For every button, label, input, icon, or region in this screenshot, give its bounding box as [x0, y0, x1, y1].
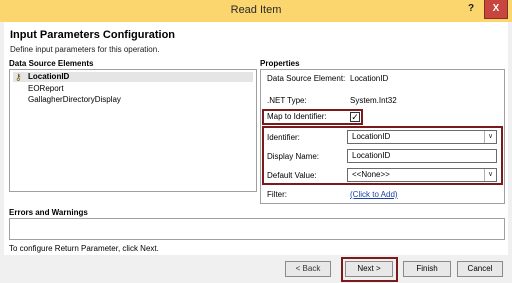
display-name-input[interactable]: LocationID: [347, 149, 497, 163]
data-source-element-value: LocationID: [350, 74, 389, 83]
identifier-label: Identifier:: [267, 133, 300, 142]
default-value-label: Default Value:: [267, 171, 317, 180]
net-type-value: System.Int32: [350, 96, 397, 105]
net-type-label: .NET Type:: [267, 96, 307, 105]
list-item-eoreport[interactable]: EOReport: [28, 84, 64, 93]
data-source-element-label: Data Source Element:: [267, 74, 346, 83]
main-content: Data Source Elements ⚷ LocationID EORepo…: [4, 58, 508, 255]
identifier-dropdown[interactable]: LocationID ∨: [347, 130, 497, 144]
page-subtitle: Define input parameters for this operati…: [10, 45, 160, 54]
list-item-label: LocationID: [28, 72, 70, 81]
properties-panel: Data Source Element: LocationID .NET Typ…: [260, 69, 505, 204]
window-titlebar: Read Item ? X: [0, 0, 512, 22]
close-button[interactable]: X: [484, 0, 508, 19]
key-icon: ⚷: [15, 72, 22, 82]
map-to-identifier-highlight: Map to Identifier: ✓: [262, 109, 363, 125]
display-name-label: Display Name:: [267, 152, 320, 161]
chevron-down-icon[interactable]: ∨: [484, 131, 496, 143]
identifier-fields-highlight: Identifier: LocationID ∨ Display Name: L…: [262, 126, 503, 185]
status-text: To configure Return Parameter, click Nex…: [9, 244, 159, 253]
wizard-header: Input Parameters Configuration Define in…: [4, 22, 508, 58]
window-title: Read Item: [230, 4, 282, 16]
errors-warnings-label: Errors and Warnings: [9, 208, 88, 217]
default-value-dropdown[interactable]: <<None>> ∨: [347, 168, 497, 182]
list-item-gallagherdirectorydisplay[interactable]: GallagherDirectoryDisplay: [28, 95, 121, 104]
list-item-locationid[interactable]: ⚷ LocationID: [13, 72, 253, 82]
errors-warnings-box: [9, 218, 505, 240]
back-button[interactable]: < Back: [285, 261, 331, 277]
cancel-button[interactable]: Cancel: [457, 261, 503, 277]
data-source-elements-label: Data Source Elements: [9, 59, 94, 68]
page-title: Input Parameters Configuration: [10, 29, 176, 41]
map-to-identifier-checkbox[interactable]: ✓: [350, 112, 360, 122]
map-to-identifier-label: Map to Identifier:: [267, 112, 327, 121]
chevron-down-icon[interactable]: ∨: [484, 169, 496, 181]
properties-label: Properties: [260, 59, 300, 68]
checkmark-icon: ✓: [351, 112, 359, 122]
filter-add-link[interactable]: (Click to Add): [350, 190, 398, 199]
data-source-elements-list[interactable]: ⚷ LocationID EOReport GallagherDirectory…: [9, 69, 257, 192]
next-button[interactable]: Next >: [345, 261, 393, 277]
finish-button[interactable]: Finish: [403, 261, 451, 277]
filter-label: Filter:: [267, 190, 287, 199]
help-button[interactable]: ?: [461, 0, 481, 19]
identifier-value: LocationID: [352, 132, 391, 141]
default-value-value: <<None>>: [352, 170, 390, 179]
